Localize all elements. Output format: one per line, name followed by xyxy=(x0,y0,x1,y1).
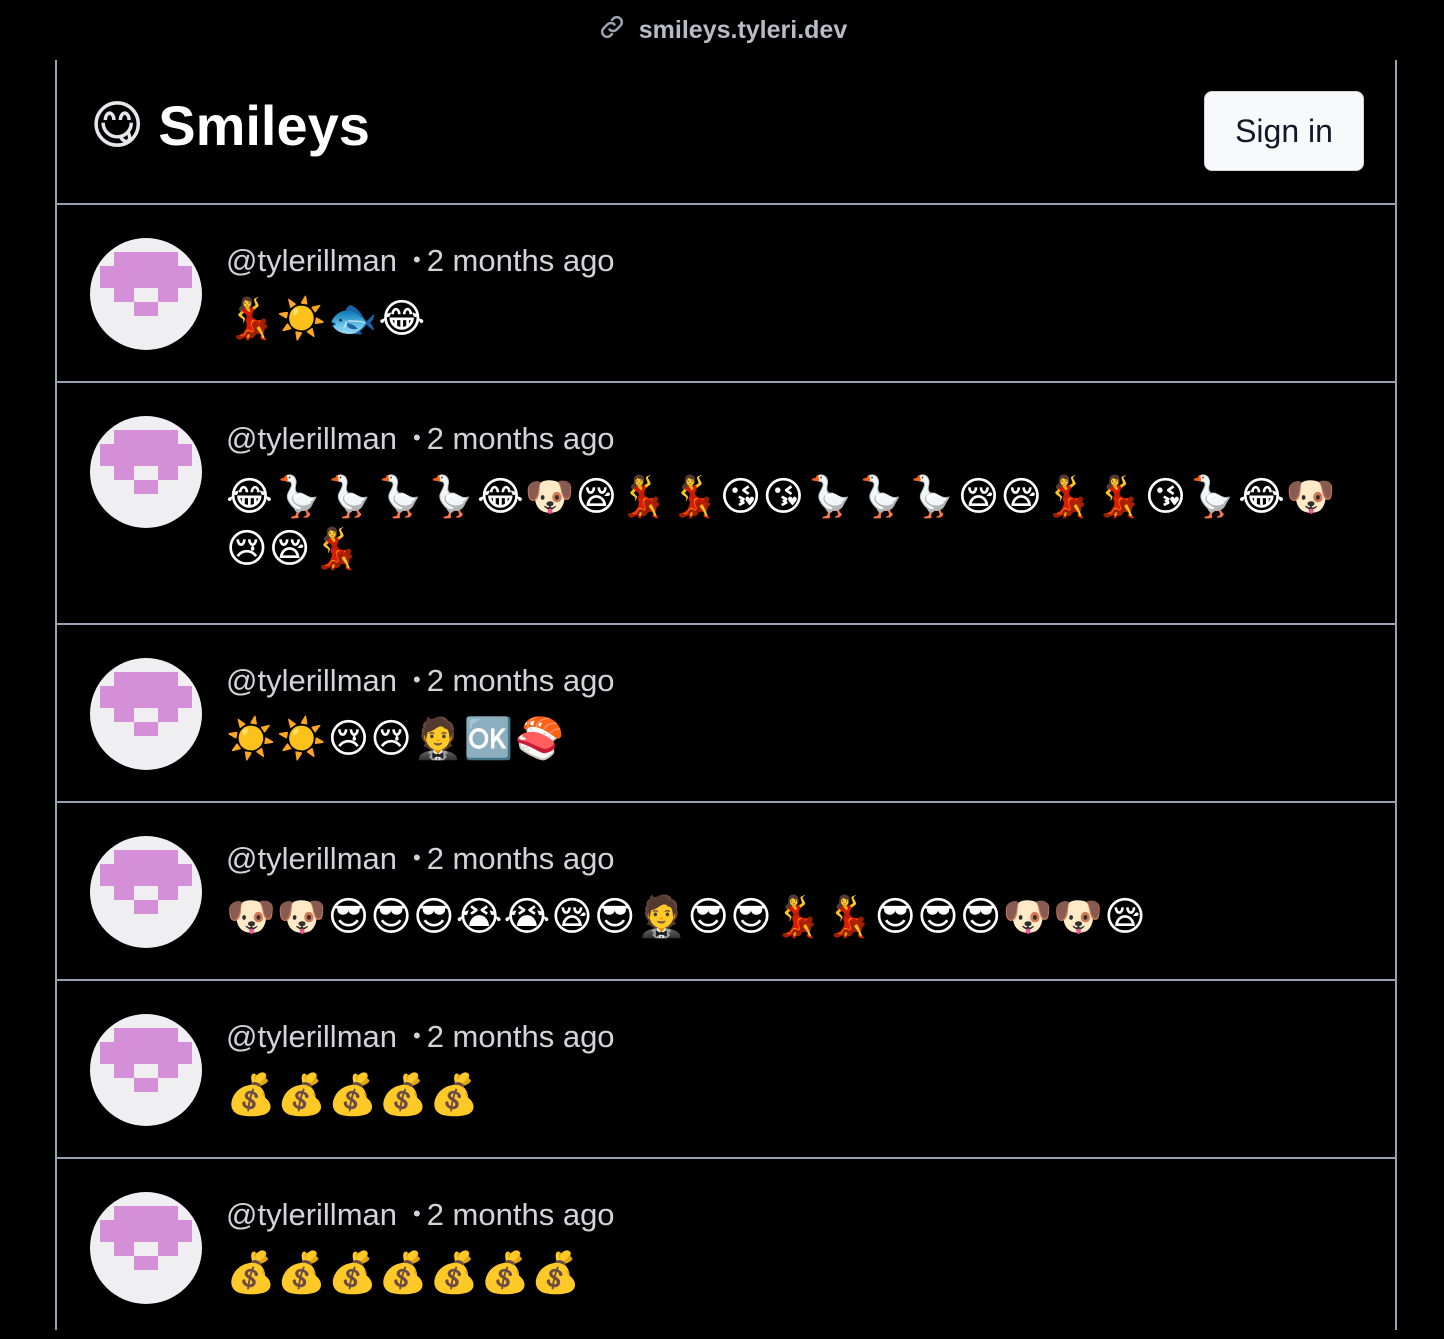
post-content: 💰💰💰💰💰💰💰 xyxy=(226,1251,582,1295)
separator-dot: • xyxy=(413,845,421,870)
avatar[interactable] xyxy=(90,238,202,350)
post-time[interactable]: 2 months ago xyxy=(427,663,615,698)
browser-url-bar[interactable]: smileys.tyleri.dev xyxy=(0,0,1444,60)
post-username[interactable]: @tylerillman xyxy=(226,1019,397,1054)
post-content: 💰💰💰💰💰 xyxy=(226,1073,481,1117)
post-time[interactable]: 2 months ago xyxy=(427,1197,615,1232)
post-username[interactable]: @tylerillman xyxy=(226,841,397,876)
post-meta: @tylerillman • 2 months ago xyxy=(226,1197,615,1233)
post-time[interactable]: 2 months ago xyxy=(427,243,615,278)
post: @tylerillman • 2 months ago 💃☀️🐟😂 xyxy=(57,205,1395,383)
post-content: 😂🪿🪿🪿🪿😂🐶😪💃💃😘😘🪿🪿🪿😪😪💃💃😘🪿😂🐶😢😪💃 xyxy=(226,475,1337,571)
separator-dot: • xyxy=(413,425,421,450)
separator-dot: • xyxy=(413,667,421,692)
avatar[interactable] xyxy=(90,658,202,770)
url-text: smileys.tyleri.dev xyxy=(638,15,848,44)
avatar[interactable] xyxy=(90,836,202,948)
separator-dot: • xyxy=(413,1201,421,1226)
post-time[interactable]: 2 months ago xyxy=(427,841,615,876)
post-meta: @tylerillman • 2 months ago xyxy=(226,841,615,877)
post: @tylerillman • 2 months ago 🐶🐶😎😎😎😭😭😪😎🤵😎😎💃💃… xyxy=(57,803,1395,981)
post-content: 💃☀️🐟😂 xyxy=(226,297,427,341)
site-header: 😋 Smileys Sign in xyxy=(57,60,1395,205)
site-title: Smileys xyxy=(158,94,370,157)
post-time[interactable]: 2 months ago xyxy=(427,421,615,456)
post-username[interactable]: @tylerillman xyxy=(226,1197,397,1232)
post-username[interactable]: @tylerillman xyxy=(226,663,397,698)
separator-dot: • xyxy=(413,247,421,272)
logo-emoji: 😋 xyxy=(90,97,145,155)
avatar[interactable] xyxy=(90,416,202,528)
post: @tylerillman • 2 months ago 💰💰💰💰💰 xyxy=(57,981,1395,1159)
post-meta: @tylerillman • 2 months ago xyxy=(226,421,615,457)
post: @tylerillman • 2 months ago ☀️☀️😢😢🤵🆗🍣 xyxy=(57,625,1395,803)
post-content: 🐶🐶😎😎😎😭😭😪😎🤵😎😎💃💃😎😎😎🐶🐶😪 xyxy=(226,895,1147,939)
post-content: ☀️☀️😢😢🤵🆗🍣 xyxy=(226,717,566,761)
post-username[interactable]: @tylerillman xyxy=(226,243,397,278)
post-time[interactable]: 2 months ago xyxy=(427,1019,615,1054)
avatar[interactable] xyxy=(90,1014,202,1126)
sign-in-button[interactable]: Sign in xyxy=(1204,91,1364,171)
post: @tylerillman • 2 months ago 💰💰💰💰💰💰💰 xyxy=(57,1159,1395,1339)
post: @tylerillman • 2 months ago 😂🪿🪿🪿🪿😂🐶😪💃💃😘😘🪿🪿… xyxy=(57,383,1395,625)
avatar[interactable] xyxy=(90,1192,202,1304)
separator-dot: • xyxy=(413,1023,421,1048)
post-meta: @tylerillman • 2 months ago xyxy=(226,1019,615,1055)
main-column: 😋 Smileys Sign in @tylerillman • 2 months … xyxy=(55,60,1397,1330)
post-meta: @tylerillman • 2 months ago xyxy=(226,663,615,699)
link-icon xyxy=(597,12,627,49)
post-username[interactable]: @tylerillman xyxy=(226,421,397,456)
brand[interactable]: 😋 Smileys xyxy=(90,96,370,156)
post-meta: @tylerillman • 2 months ago xyxy=(226,243,615,279)
